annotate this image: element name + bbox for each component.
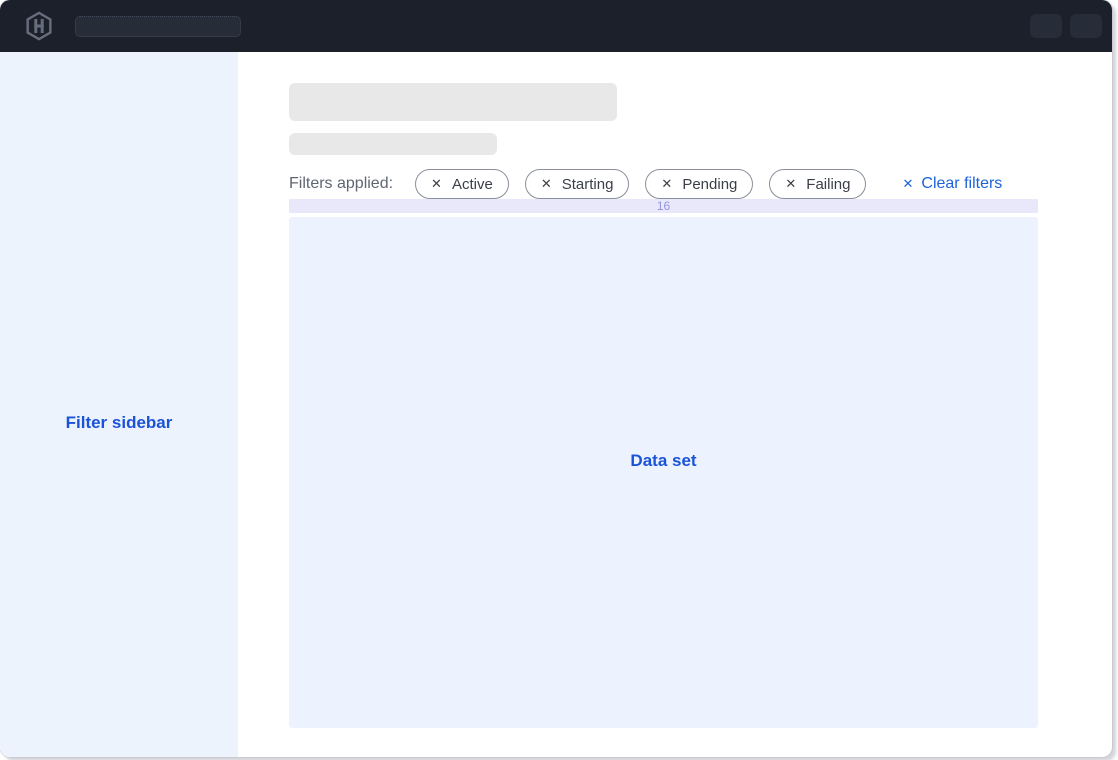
filter-tag-label: Failing (806, 176, 850, 193)
nav-actions (1030, 14, 1102, 38)
remove-filter-icon: ✕ (785, 176, 796, 192)
clear-filters-button[interactable]: ✕ Clear filters (902, 175, 1002, 193)
page-subtitle-placeholder (289, 133, 497, 155)
filter-tag-label: Active (452, 176, 493, 193)
nav-action-placeholder-2[interactable] (1070, 14, 1102, 38)
main-row: Filter sidebar Filters applied: ✕ Active… (0, 52, 1112, 757)
filter-tag-active[interactable]: ✕ Active (415, 169, 509, 199)
filter-sidebar: Filter sidebar (0, 52, 238, 757)
result-count-bar: 16 (289, 199, 1038, 213)
nav-action-placeholder-1[interactable] (1030, 14, 1062, 38)
remove-filter-icon: ✕ (541, 176, 552, 192)
filter-tag-label: Starting (562, 176, 614, 193)
app-window: Filter sidebar Filters applied: ✕ Active… (0, 0, 1112, 757)
clear-filters-icon: ✕ (902, 176, 913, 192)
page-title-placeholder (289, 83, 617, 121)
hashicorp-logo-icon (24, 11, 54, 41)
dataset-label: Data set (630, 451, 696, 471)
filter-tag-failing[interactable]: ✕ Failing (769, 169, 866, 199)
applied-filters-bar: Filters applied: ✕ Active ✕ Starting ✕ P… (289, 169, 1038, 199)
remove-filter-icon: ✕ (431, 176, 442, 192)
remove-filter-icon: ✕ (661, 176, 672, 192)
content-area: Filters applied: ✕ Active ✕ Starting ✕ P… (289, 52, 1038, 757)
filter-tag-label: Pending (682, 176, 737, 193)
filters-applied-label: Filters applied: (289, 175, 393, 193)
nav-search-placeholder[interactable] (75, 16, 241, 37)
filter-tag-starting[interactable]: ✕ Starting (525, 169, 630, 199)
clear-filters-label: Clear filters (921, 175, 1002, 193)
filter-tag-pending[interactable]: ✕ Pending (645, 169, 753, 199)
result-count: 16 (657, 199, 670, 213)
top-nav (0, 0, 1112, 52)
dataset-area: Data set (289, 217, 1038, 728)
filter-sidebar-label: Filter sidebar (66, 413, 173, 757)
